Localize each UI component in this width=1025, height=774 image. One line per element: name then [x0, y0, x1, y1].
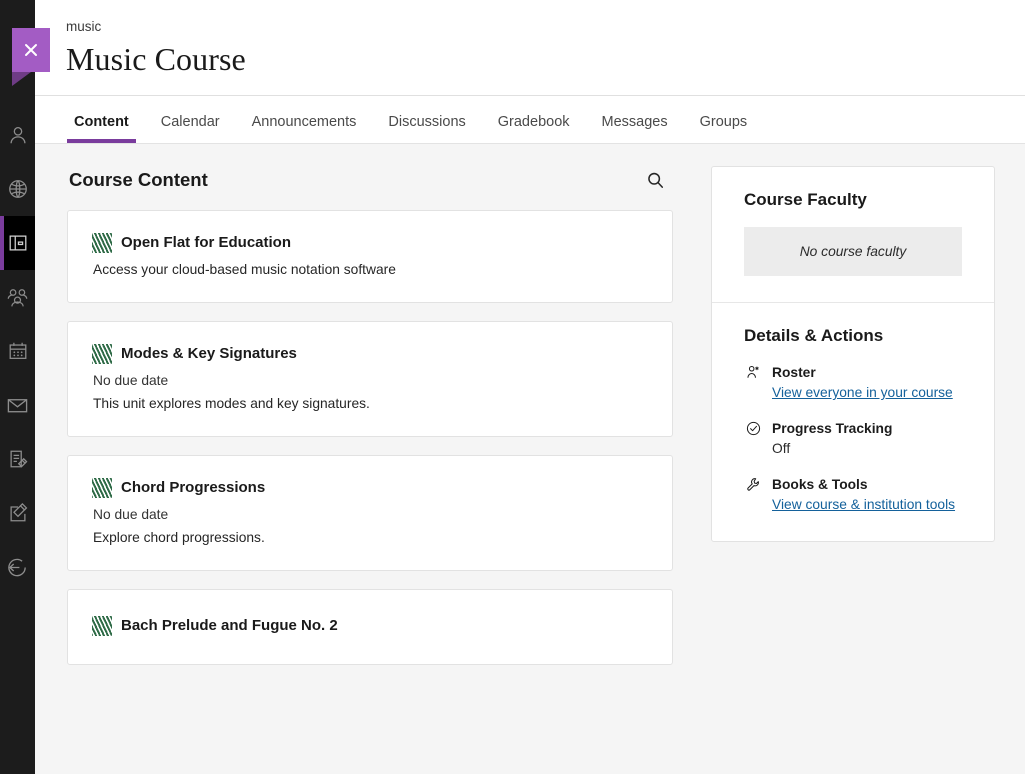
- course-faculty-title: Course Faculty: [744, 189, 962, 211]
- card-description: This unit explores modes and key signatu…: [92, 394, 648, 414]
- close-icon: [23, 42, 39, 58]
- card-title: Modes & Key Signatures: [121, 344, 297, 364]
- tab-content[interactable]: Content: [58, 113, 145, 143]
- card-title: Bach Prelude and Fugue No. 2: [121, 616, 338, 636]
- course-content-header: Course Content: [67, 166, 673, 194]
- tab-discussions[interactable]: Discussions: [372, 113, 481, 143]
- card-title: Open Flat for Education: [121, 233, 291, 253]
- card-title-row: Open Flat for Education: [92, 233, 648, 253]
- sidebar-item-messages[interactable]: [0, 378, 35, 432]
- view-roster-link[interactable]: View everyone in your course: [772, 382, 953, 403]
- content-item-card[interactable]: Modes & Key Signatures No due date This …: [67, 321, 673, 437]
- content-item-card[interactable]: Open Flat for Education Access your clou…: [67, 210, 673, 303]
- close-button-fold: [12, 72, 50, 86]
- course-content-title: Course Content: [69, 168, 208, 192]
- main-column: music Music Course Content Calendar Anno…: [35, 0, 1025, 774]
- progress-tracking-status: Off: [772, 438, 892, 459]
- content-item-card[interactable]: Bach Prelude and Fugue No. 2: [67, 589, 673, 665]
- card-title-row: Bach Prelude and Fugue No. 2: [92, 616, 648, 636]
- card-description: Explore chord progressions.: [92, 528, 648, 548]
- course-sidebar-panel: Course Faculty No course faculty Details…: [711, 166, 995, 542]
- detail-text-block: Progress Tracking Off: [772, 419, 892, 459]
- details-actions-title: Details & Actions: [744, 325, 962, 347]
- details-actions-section: Details & Actions Roster: [712, 302, 994, 541]
- search-icon: [646, 171, 665, 190]
- tab-announcements[interactable]: Announcements: [236, 113, 373, 143]
- card-title-row: Chord Progressions: [92, 478, 648, 498]
- tab-gradebook[interactable]: Gradebook: [482, 113, 586, 143]
- close-button-body: [12, 28, 50, 72]
- content-area: Course Content Open Flat for Education: [35, 144, 1025, 774]
- course-tabbar: Content Calendar Announcements Discussio…: [35, 96, 1025, 144]
- flat-education-icon: [92, 616, 112, 636]
- content-item-card[interactable]: Chord Progressions No due date Explore c…: [67, 455, 673, 571]
- detail-label: Books & Tools: [772, 475, 955, 494]
- detail-row-roster: Roster View everyone in your course: [744, 363, 962, 403]
- tab-calendar[interactable]: Calendar: [145, 113, 236, 143]
- flat-education-icon: [92, 233, 112, 253]
- detail-row-books-tools: Books & Tools View course & institution …: [744, 475, 962, 515]
- page-title: Music Course: [66, 39, 995, 79]
- sidebar-item-courses[interactable]: [0, 216, 35, 270]
- roster-person-icon: [744, 363, 762, 383]
- sidebar-item-calendar[interactable]: [0, 324, 35, 378]
- signout-icon: [6, 556, 29, 579]
- sidebar-item-tools[interactable]: [0, 486, 35, 540]
- sidebar-item-profile[interactable]: [0, 108, 35, 162]
- detail-text-block: Books & Tools View course & institution …: [772, 475, 955, 515]
- card-title: Chord Progressions: [121, 478, 265, 498]
- rail-item-list: [0, 108, 35, 594]
- sidebar-item-institution[interactable]: [0, 162, 35, 216]
- course-sidebar-column: Course Faculty No course faculty Details…: [695, 144, 1025, 774]
- wrench-icon-glyph: [746, 477, 761, 492]
- app-window: music Music Course Content Calendar Anno…: [0, 0, 1025, 774]
- flat-education-icon: [92, 344, 112, 364]
- compose-icon: [7, 502, 29, 524]
- breadcrumb: music: [66, 18, 995, 35]
- close-course-button[interactable]: [12, 28, 50, 72]
- global-navigation-rail: [0, 0, 35, 774]
- card-due-date: No due date: [92, 371, 648, 391]
- wrench-icon: [744, 475, 762, 495]
- search-button[interactable]: [641, 166, 669, 194]
- course-header: music Music Course: [35, 0, 1025, 96]
- globe-icon: [7, 178, 29, 200]
- envelope-icon: [6, 394, 29, 417]
- tab-messages[interactable]: Messages: [586, 113, 684, 143]
- sidebar-item-signout[interactable]: [0, 540, 35, 594]
- card-due-date: No due date: [92, 505, 648, 525]
- course-content-column: Course Content Open Flat for Education: [35, 144, 695, 774]
- roster-person-icon-glyph: [746, 365, 761, 380]
- person-icon: [7, 124, 29, 146]
- sidebar-item-organizations[interactable]: [0, 270, 35, 324]
- view-books-tools-link[interactable]: View course & institution tools: [772, 494, 955, 515]
- check-circle-icon: [744, 419, 762, 439]
- flat-education-icon: [92, 478, 112, 498]
- detail-row-progress-tracking: Progress Tracking Off: [744, 419, 962, 459]
- course-faculty-empty-state: No course faculty: [744, 227, 962, 276]
- people-icon: [6, 286, 29, 309]
- check-circle-icon-glyph: [746, 421, 761, 436]
- course-faculty-section: Course Faculty No course faculty: [712, 167, 994, 302]
- grades-icon: [7, 448, 29, 470]
- detail-text-block: Roster View everyone in your course: [772, 363, 953, 403]
- card-title-row: Modes & Key Signatures: [92, 344, 648, 364]
- detail-label: Progress Tracking: [772, 419, 892, 438]
- card-description: Access your cloud-based music notation s…: [92, 260, 648, 280]
- courses-icon: [7, 232, 29, 254]
- tab-groups[interactable]: Groups: [684, 113, 764, 143]
- sidebar-item-grades[interactable]: [0, 432, 35, 486]
- detail-label: Roster: [772, 363, 953, 382]
- calendar-icon: [7, 340, 29, 362]
